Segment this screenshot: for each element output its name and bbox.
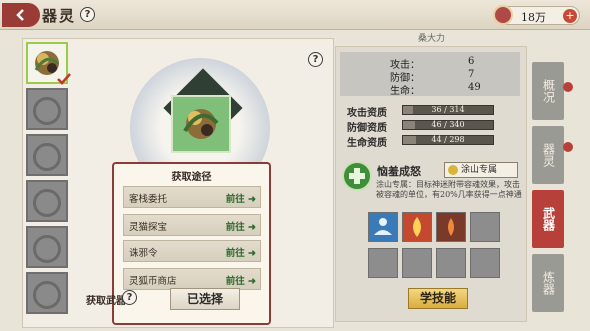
route-label: 灵猫探宝 [129, 222, 168, 233]
popup-title: 获取途径 [171, 172, 212, 183]
spirit-name: 桑大力 [418, 34, 446, 44]
acquire-weapon-label: 获取武器 [86, 296, 126, 307]
route-label: 诛邪令 [129, 248, 158, 259]
route-label: 灵狐币商店 [129, 276, 177, 287]
flame-icon [448, 218, 454, 236]
arrow-right-icon: ➜ [248, 248, 256, 259]
help-icon[interactable]: ? [80, 7, 95, 22]
route-row[interactable]: 诛邪令 前往 ➜ [123, 240, 261, 262]
fire-icon [413, 217, 421, 237]
page-title: 器灵 [42, 7, 77, 25]
skill-slot-empty[interactable] [402, 248, 432, 278]
coin-icon [493, 5, 513, 25]
skill-icon[interactable] [342, 161, 372, 191]
skill-exclusive-tag: 涂山专属 [444, 162, 518, 178]
aptitude-bar: 46 / 340 [402, 120, 494, 130]
route-row[interactable]: 灵猫探宝 前往 ➜ [123, 214, 261, 236]
aptitude-label: 防御资质 [347, 123, 387, 134]
plus-heal-icon [349, 168, 365, 184]
spirit-portrait [171, 95, 231, 153]
learn-skill-button[interactable]: 学技能 [408, 288, 468, 309]
currency-display: 18万 + [493, 5, 580, 25]
route-go-button[interactable]: 前往 ➜ [226, 219, 256, 233]
aptitude-row: 生命资质 44 / 298 [347, 134, 517, 149]
spirit-slot-list [26, 42, 71, 318]
aptitude-bar: 44 / 298 [402, 135, 494, 145]
skill-slot-empty[interactable] [470, 248, 500, 278]
spirit-slot-empty[interactable] [26, 88, 68, 130]
spirit-slot-empty[interactable] [26, 272, 68, 314]
route-go-button[interactable]: 前往 ➜ [226, 245, 256, 259]
aptitude-bar: 36 / 314 [402, 105, 494, 115]
spirit-slot-empty[interactable] [26, 226, 68, 268]
skill-description: 涂山专属：目标神迷附带容魂效果，攻击被容魂的单位，有20%几率获得一点神通 [376, 180, 522, 199]
aptitude-row: 攻击资质 36 / 314 [347, 104, 517, 119]
side-tabs: 概况 器灵 武器 炼器 [532, 62, 564, 318]
notification-dot-icon [563, 142, 573, 152]
spirit-figure-icon [183, 109, 219, 139]
skill-slot-empty[interactable] [436, 248, 466, 278]
arrow-right-icon: ➜ [248, 194, 256, 205]
skill-slot-empty[interactable] [470, 212, 500, 242]
aptitude-label: 攻击资质 [347, 108, 387, 119]
spirit-slot-empty[interactable] [26, 180, 68, 222]
notification-dot-icon [563, 82, 573, 92]
tab-overview[interactable]: 概况 [532, 62, 564, 120]
currency-amount: 18万 [521, 11, 546, 24]
tab-refine[interactable]: 炼器 [532, 254, 564, 312]
spirit-slot-selected[interactable] [26, 42, 71, 85]
route-row[interactable]: 灵狐币商店 前往 ➜ [123, 268, 261, 290]
aptitude-row: 防御资质 46 / 340 [347, 119, 517, 134]
skill-slot-flame[interactable] [436, 212, 466, 242]
tab-weapon[interactable]: 武器 [532, 190, 564, 248]
tab-spirit[interactable]: 器灵 [532, 126, 564, 184]
arrow-right-icon: ➜ [248, 222, 256, 233]
skill-slot-meditate[interactable] [368, 212, 398, 242]
acquire-help-icon[interactable]: ? [122, 290, 137, 305]
back-arrow-icon [16, 9, 24, 21]
arrow-right-icon: ➜ [248, 276, 256, 287]
meditate-icon [374, 218, 392, 235]
add-currency-button[interactable]: + [563, 9, 577, 23]
route-go-button[interactable]: 前往 ➜ [226, 191, 256, 205]
back-button[interactable] [2, 3, 40, 27]
top-bar: 器灵 ? 18万 + [0, 0, 590, 30]
spirit-slot-empty[interactable] [26, 134, 68, 176]
aptitude-label: 生命资质 [347, 138, 387, 149]
skill-name: 恼羞成怒 [377, 165, 421, 178]
check-icon [57, 73, 71, 85]
gold-dot-icon [448, 165, 458, 175]
route-go-button[interactable]: 前往 ➜ [226, 273, 256, 287]
base-stats: 攻击： 6 防御： 7 生命： 49 [340, 52, 520, 97]
skill-slot-empty[interactable] [368, 248, 398, 278]
selected-button[interactable]: 已选择 [170, 288, 240, 310]
skill-slot-fire[interactable] [402, 212, 432, 242]
info-help-icon[interactable]: ? [308, 52, 323, 67]
route-row[interactable]: 客栈委托 前往 ➜ [123, 186, 261, 208]
route-label: 客栈委托 [129, 194, 168, 205]
